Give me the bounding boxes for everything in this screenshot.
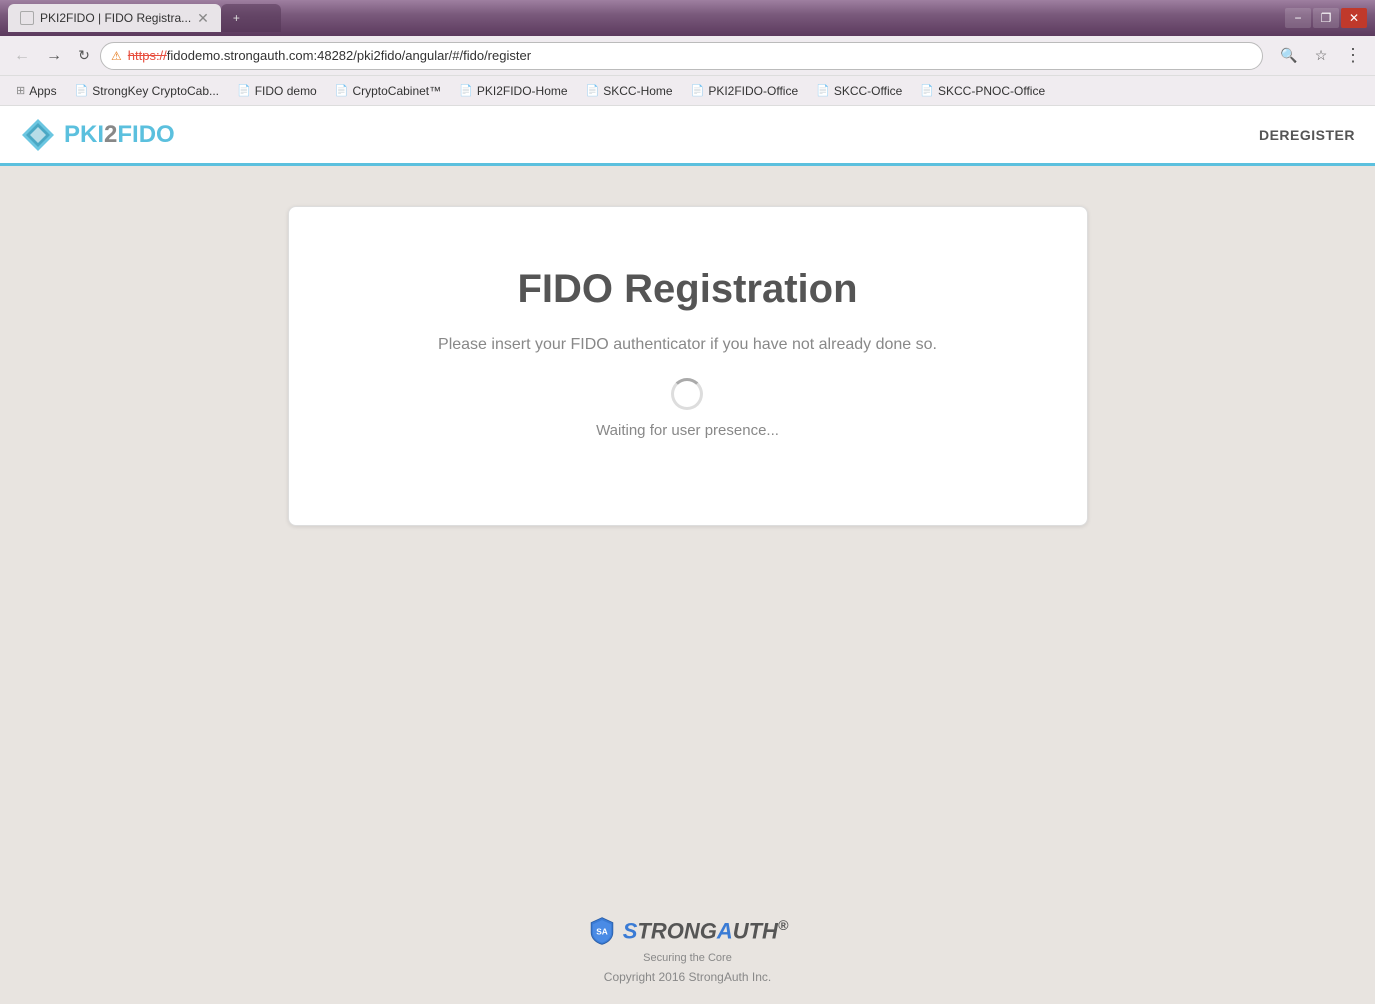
security-warning-icon: ⚠: [111, 49, 122, 63]
bookmark-cryptocabinet-label: CryptoCabinet™: [352, 84, 441, 98]
logo-diamond-icon: [20, 117, 56, 153]
back-button[interactable]: ←: [8, 42, 36, 70]
page-icon-6: 📄: [691, 84, 705, 97]
bookmark-fido-demo[interactable]: 📄 FIDO demo: [229, 82, 325, 100]
app-header: PKI2FIDO DEREGISTER: [0, 106, 1375, 166]
close-button[interactable]: ✕: [1341, 8, 1367, 28]
tab-title: PKI2FIDO | FIDO Registra...: [40, 11, 191, 25]
bookmark-apps-label: Apps: [29, 84, 56, 98]
loading-section: Waiting for user presence...: [596, 378, 779, 439]
url-display: https://fidodemo.strongauth.com:48282/pk…: [128, 48, 531, 63]
search-button[interactable]: 🔍: [1275, 42, 1303, 70]
bookmark-apps[interactable]: ⊞ Apps: [8, 82, 65, 100]
navbar: ← → ↻ ⚠ https://fidodemo.strongauth.com:…: [0, 36, 1375, 76]
address-bar[interactable]: ⚠ https://fidodemo.strongauth.com:48282/…: [100, 42, 1263, 70]
waiting-text: Waiting for user presence...: [596, 422, 779, 439]
new-tab-button[interactable]: +: [221, 4, 281, 32]
footer-tagline: Securing the Core: [643, 952, 732, 964]
strongauth-shield-icon: SA: [587, 916, 617, 946]
app-nav: DEREGISTER: [1259, 127, 1355, 143]
bookmark-pki2fido-office[interactable]: 📄 PKI2FIDO-Office: [683, 82, 807, 100]
bookmark-pki2fido-home-label: PKI2FIDO-Home: [477, 84, 568, 98]
app-area: PKI2FIDO DEREGISTER FIDO Registration Pl…: [0, 106, 1375, 1004]
registration-title: FIDO Registration: [517, 267, 857, 312]
bookmark-fido-demo-label: FIDO demo: [255, 84, 317, 98]
page-icon-5: 📄: [586, 84, 600, 97]
loading-spinner: [671, 378, 703, 410]
bookmark-cryptocabinet[interactable]: 📄 CryptoCabinet™: [327, 82, 449, 100]
tab-favicon: [20, 11, 34, 25]
page-icon-4: 📄: [459, 84, 473, 97]
bookmark-pki2fido-office-label: PKI2FIDO-Office: [708, 84, 798, 98]
bookmark-skcc-office[interactable]: 📄 SKCC-Office: [808, 82, 910, 100]
apps-grid-icon: ⊞: [16, 84, 25, 97]
page-icon-8: 📄: [920, 84, 934, 97]
tab-close-button[interactable]: ✕: [197, 10, 209, 27]
bookmark-strongkey-label: StrongKey CryptoCab...: [92, 84, 219, 98]
svg-text:SA: SA: [596, 926, 608, 936]
logo-text: PKI2FIDO: [64, 121, 175, 149]
bookmark-strongkey[interactable]: 📄 StrongKey CryptoCab...: [67, 82, 227, 100]
browser-window: PKI2FIDO | FIDO Registra... ✕ + − ❐ ✕ ← …: [0, 0, 1375, 1004]
minimize-button[interactable]: −: [1285, 8, 1311, 28]
forward-button[interactable]: →: [40, 42, 68, 70]
page-icon-2: 📄: [237, 84, 251, 97]
registration-subtitle: Please insert your FIDO authenticator if…: [438, 336, 937, 354]
page-icon-3: 📄: [335, 84, 349, 97]
active-tab[interactable]: PKI2FIDO | FIDO Registra... ✕: [8, 4, 221, 32]
address-bar-actions: 🔍 ☆: [1275, 42, 1335, 70]
page-icon-7: 📄: [816, 84, 830, 97]
bookmark-button[interactable]: ☆: [1307, 42, 1335, 70]
footer-copyright: Copyright 2016 StrongAuth Inc.: [604, 970, 771, 984]
restore-button[interactable]: ❐: [1313, 8, 1339, 28]
bookmark-pki2fido-home[interactable]: 📄 PKI2FIDO-Home: [451, 82, 575, 100]
footer-brand-text: STRONGAUTH®: [623, 917, 789, 944]
url-scheme: https://: [128, 48, 167, 63]
bookmark-skcc-pnoc-label: SKCC-PNOC-Office: [938, 84, 1045, 98]
bookmark-skcc-home-label: SKCC-Home: [603, 84, 672, 98]
deregister-link[interactable]: DEREGISTER: [1259, 127, 1355, 143]
url-body: fidodemo.strongauth.com:48282/pki2fido/a…: [167, 48, 531, 63]
main-content: FIDO Registration Please insert your FID…: [0, 166, 1375, 896]
bookmark-skcc-office-label: SKCC-Office: [834, 84, 902, 98]
registration-card: FIDO Registration Please insert your FID…: [288, 206, 1088, 526]
bookmark-skcc-home[interactable]: 📄 SKCC-Home: [578, 82, 681, 100]
page-icon-1: 📄: [75, 84, 89, 97]
browser-menu-button[interactable]: ⋮: [1339, 42, 1367, 70]
app-footer: SA STRONGAUTH® Securing the Core Copyrig…: [0, 896, 1375, 1004]
bookmarks-bar: ⊞ Apps 📄 StrongKey CryptoCab... 📄 FIDO d…: [0, 76, 1375, 106]
titlebar: PKI2FIDO | FIDO Registra... ✕ + − ❐ ✕: [0, 0, 1375, 36]
refresh-button[interactable]: ↻: [72, 44, 96, 68]
footer-logo: SA STRONGAUTH®: [587, 916, 789, 946]
window-controls: − ❐ ✕: [1285, 8, 1367, 28]
app-logo: PKI2FIDO: [20, 117, 175, 153]
bookmark-skcc-pnoc[interactable]: 📄 SKCC-PNOC-Office: [912, 82, 1053, 100]
